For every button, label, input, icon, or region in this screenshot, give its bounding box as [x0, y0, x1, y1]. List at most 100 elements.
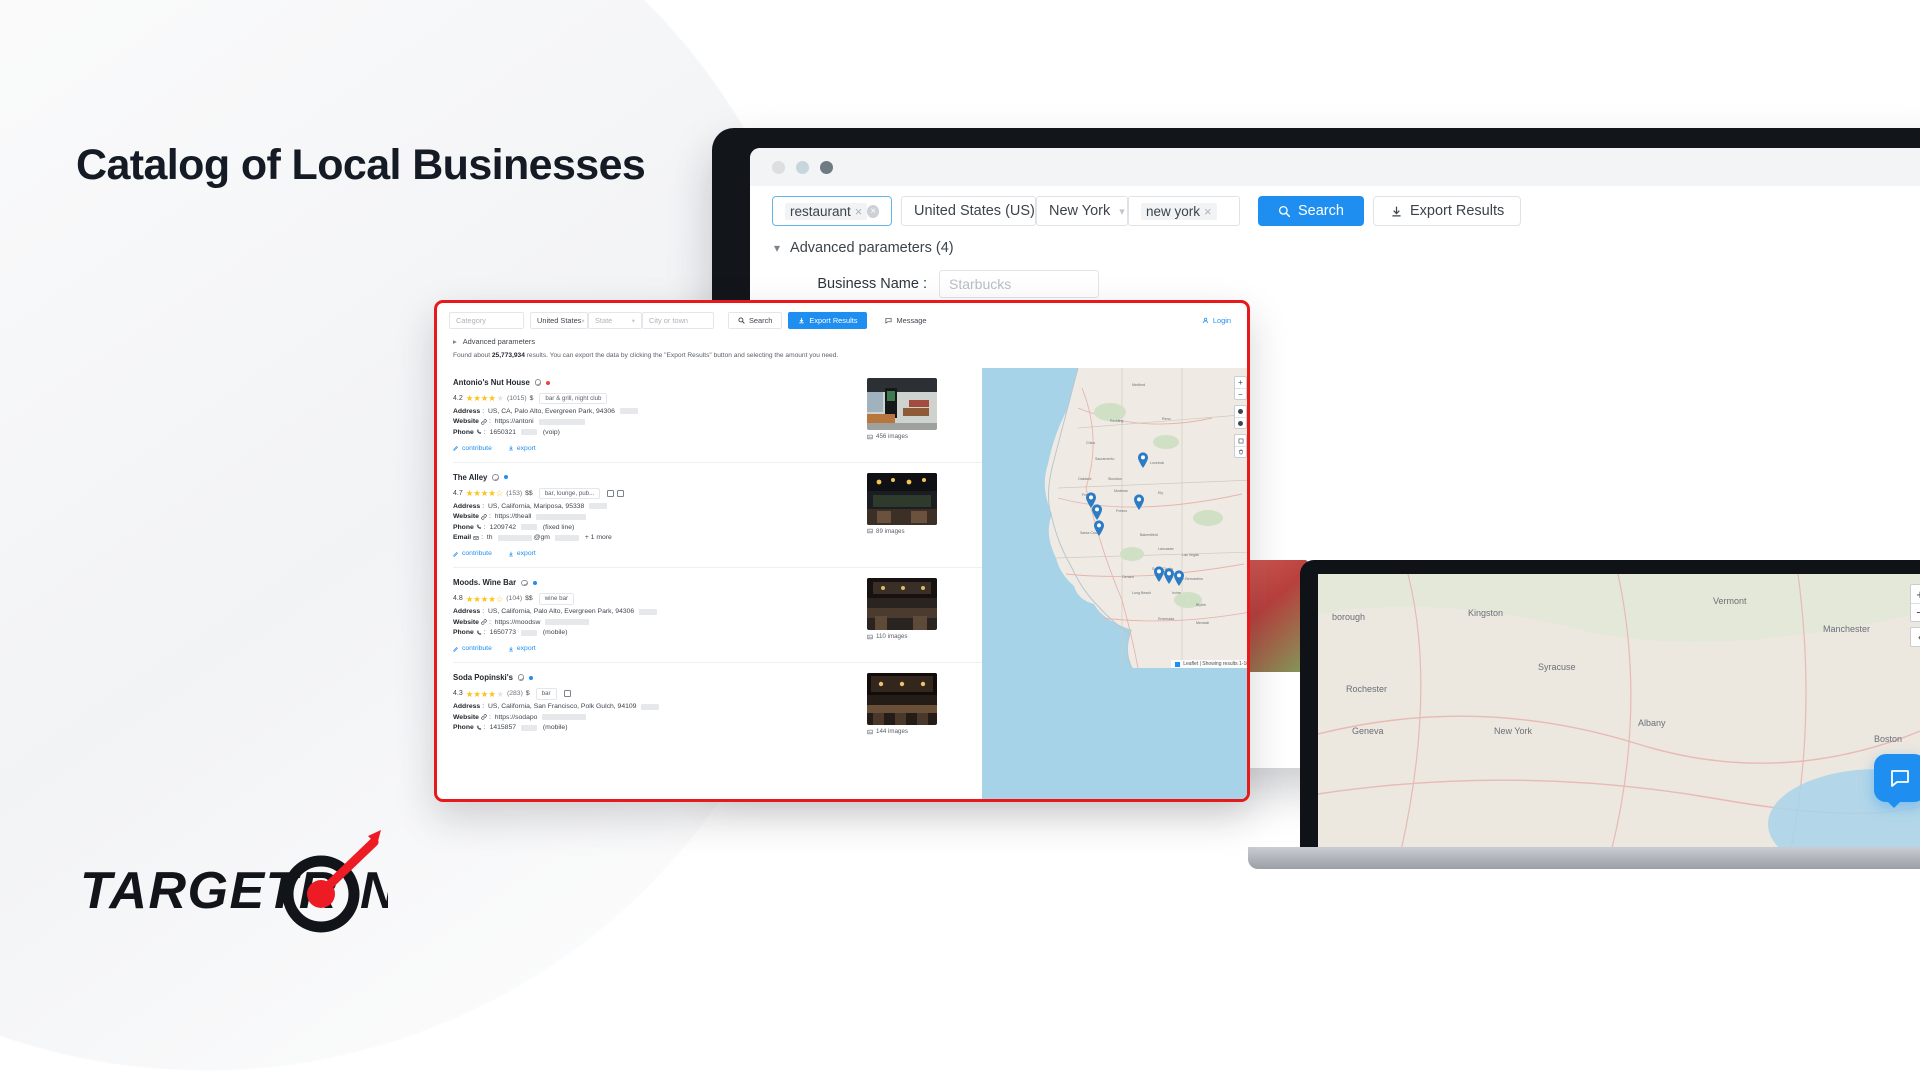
phone-icon: [476, 429, 481, 435]
draw-rectangle-button[interactable]: [1235, 435, 1246, 446]
export-button[interactable]: export: [508, 445, 536, 452]
keyword-tag[interactable]: restaurant ×: [785, 202, 868, 220]
status-badge: [503, 475, 508, 480]
facebook-icon[interactable]: [563, 690, 571, 698]
export-button[interactable]: export: [508, 550, 536, 557]
redacted-block: [497, 534, 532, 541]
listing-thumbnail-col: 144 images: [853, 673, 973, 735]
redacted-block: [589, 503, 608, 510]
city-input[interactable]: City or town: [642, 312, 714, 329]
listing-phone: Phone : 1209742 (fixed line): [453, 523, 575, 531]
listing-details: Moods. Wine Bar 4.8 ★★★★☆ (104) $$ wine …: [453, 578, 853, 662]
keyword-input[interactable]: restaurant × ×: [772, 196, 892, 226]
message-button[interactable]: Message: [877, 316, 934, 325]
listing-name[interactable]: Antonio's Nut House: [453, 378, 530, 387]
window-dot-maximize[interactable]: [820, 160, 833, 174]
list-item[interactable]: Antonio's Nut House 4.2 ★★★★ ★ (1015) $ b…: [453, 368, 982, 462]
phone-icon: [476, 524, 481, 530]
city-tag[interactable]: new york ×: [1141, 202, 1217, 220]
zoom-out-button[interactable]: −: [1911, 603, 1920, 621]
clear-icon[interactable]: ×: [867, 204, 879, 218]
rectangle-icon: [1238, 438, 1243, 443]
listing-photo[interactable]: [867, 578, 937, 631]
listing-name[interactable]: Moods. Wine Bar: [453, 578, 516, 587]
star-rating-icon: ★★★★☆: [465, 593, 504, 604]
list-item[interactable]: Soda Popinski's 4.3 ★★★★ ★ (283) $ bar A…: [453, 662, 982, 735]
city-tag-remove-icon[interactable]: ×: [1204, 204, 1212, 219]
list-item[interactable]: The Alley 4.7 ★★★★☆ (153) $$ bar, lounge…: [453, 461, 982, 567]
verified-icon: [534, 379, 542, 386]
laptop-base: [1248, 847, 1920, 869]
listing-name[interactable]: Soda Popinski's: [453, 673, 513, 682]
listing-name[interactable]: The Alley: [453, 473, 487, 482]
email-more-link[interactable]: + 1 more: [585, 534, 612, 541]
results-map[interactable]: Medford Redding Reno Chico Sacramento Lo…: [982, 368, 1250, 668]
listing-thumbnail-col: 89 images: [853, 472, 973, 567]
redacted-block: [641, 703, 660, 710]
listing-rating: 4.3 ★★★★ ★ (283) $ bar: [453, 688, 853, 700]
advanced-parameters-toggle[interactable]: ▾ Advanced parameters (4): [750, 226, 1920, 256]
instagram-icon[interactable]: [617, 490, 625, 498]
status-badge: [529, 675, 534, 680]
contribute-button[interactable]: contribute: [453, 445, 492, 452]
star-rating-icon: ★★★★ ★: [465, 688, 504, 699]
export-results-button[interactable]: Export Results: [788, 312, 868, 329]
window-dot-close[interactable]: [772, 160, 785, 174]
listing-header: Antonio's Nut House: [453, 378, 853, 387]
search-button[interactable]: Search: [728, 312, 783, 329]
image-icon: [867, 434, 873, 439]
zoom-in-button[interactable]: +: [1235, 377, 1246, 388]
map-attribution: Leaflet | Showing results 1-10: [1171, 660, 1247, 668]
svg-text:Vermont: Vermont: [1713, 596, 1747, 606]
image-count: 110 images: [867, 633, 973, 640]
advanced-parameters-toggle[interactable]: ▸ Advanced parameters: [437, 329, 1247, 346]
country-select[interactable]: United States (US)▾: [901, 196, 1049, 226]
list-item[interactable]: Moods. Wine Bar 4.8 ★★★★☆ (104) $$ wine …: [453, 567, 982, 662]
listing-address: Address: US, California, San Francisco, …: [453, 703, 853, 710]
export-button[interactable]: export: [508, 645, 536, 652]
listing-rating: 4.8 ★★★★☆ (104) $$ wine bar: [453, 593, 853, 605]
region-select[interactable]: New York ▾: [1036, 196, 1128, 226]
listing-thumbnail-col: 456 images: [853, 378, 973, 462]
login-button[interactable]: Login: [1202, 316, 1235, 325]
download-icon: [508, 446, 513, 451]
svg-text:Boston: Boston: [1874, 734, 1902, 744]
map-canvas[interactable]: borough Kingston Vermont Manchester Roch…: [1318, 574, 1920, 850]
listing-rating: 4.7 ★★★★☆ (153) $$ bar, lounge, pub...: [453, 487, 853, 500]
zoom-out-button[interactable]: −: [1235, 388, 1246, 399]
window-dot-minimize[interactable]: [796, 160, 809, 174]
listing-photo[interactable]: [867, 673, 937, 726]
map-screen: borough Kingston Vermont Manchester Roch…: [1318, 574, 1920, 850]
category-input[interactable]: Category: [449, 312, 524, 329]
contribute-button[interactable]: contribute: [453, 645, 492, 652]
delete-shape-button[interactable]: [1235, 446, 1246, 457]
country-select[interactable]: United States ▾: [530, 312, 588, 329]
link-icon: [481, 619, 487, 625]
verified-icon: [492, 474, 499, 481]
svg-text:Lancaster: Lancaster: [1158, 547, 1175, 551]
export-results-button[interactable]: Export Results: [1372, 196, 1522, 226]
svg-text:Manchester: Manchester: [1823, 624, 1870, 634]
image-icon: [867, 634, 873, 639]
facebook-icon[interactable]: [607, 490, 615, 498]
brand-wordmark-right: N: [360, 862, 388, 920]
city-input[interactable]: new york ×: [1128, 196, 1240, 226]
listing-website: Website : https://moodsw: [453, 619, 853, 626]
search-button[interactable]: Search: [1258, 196, 1364, 226]
map-canvas[interactable]: Medford Redding Reno Chico Sacramento Lo…: [982, 368, 1250, 668]
svg-text:Redding: Redding: [1110, 419, 1123, 423]
business-name-input[interactable]: Starbucks: [939, 270, 1099, 298]
contribute-button[interactable]: contribute: [453, 550, 492, 557]
listing-photo[interactable]: [867, 472, 937, 525]
chat-bubble-button[interactable]: [1874, 754, 1920, 808]
review-count: (153): [506, 490, 523, 498]
listing-photo[interactable]: [867, 378, 937, 430]
state-select[interactable]: State ▾: [588, 312, 642, 329]
download-icon: [508, 646, 513, 651]
zoom-in-button[interactable]: +: [1911, 585, 1920, 603]
collapse-panel-button[interactable]: ‹: [1911, 628, 1920, 646]
marker-cluster-button[interactable]: [1235, 417, 1246, 428]
redacted-block: [545, 619, 590, 626]
keyword-tag-remove-icon[interactable]: ×: [855, 204, 863, 219]
marker-filter-button[interactable]: [1235, 406, 1246, 417]
